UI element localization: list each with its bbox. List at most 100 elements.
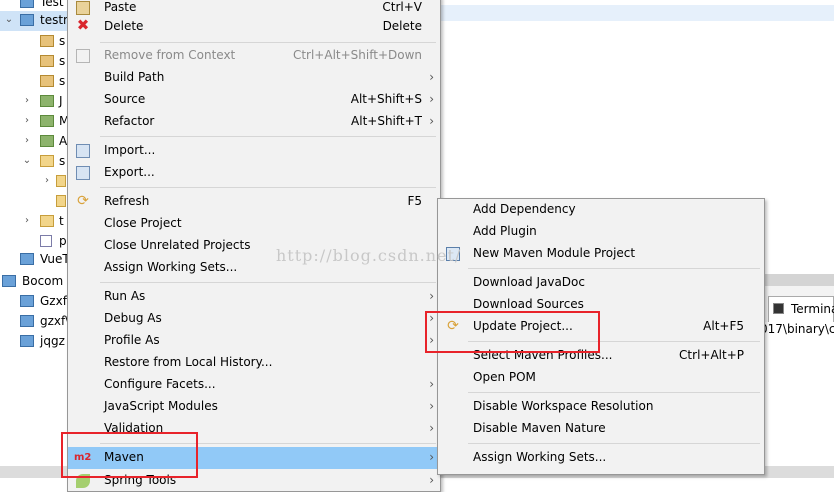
menu-item-label: Disable Workspace Resolution [473,399,654,413]
tree-item-label: J [59,94,63,108]
package-icon [40,55,54,67]
tree-item-label: Gzxfl [40,294,71,308]
menu-item-label: New Maven Module Project [473,246,636,260]
menu-item-label: Refresh [104,194,150,208]
tree-item-label: Test [40,0,64,9]
menu-item-assign-working-sets-maven[interactable]: Assign Working Sets... [438,447,764,469]
maven-project-icon [20,14,34,26]
menu-item-label: Build Path [104,70,165,84]
project-icon [20,295,34,307]
paste-icon [76,1,90,15]
menu-item-configure-facets[interactable]: Configure Facets... › [68,374,440,396]
tree-item-label: A [59,134,68,148]
tree-item-label: t [59,214,64,228]
chevron-right-icon[interactable]: › [22,135,32,146]
menu-item-open-pom[interactable]: Open POM [438,367,764,389]
menu-item-add-dependency[interactable]: Add Dependency [438,199,764,221]
package-icon [40,35,54,47]
menu-item-source[interactable]: Source Alt+Shift+S › [68,89,440,111]
menu-item-label: Open POM [473,370,536,384]
chevron-right-icon: › [429,473,434,487]
menu-item-label: Restore from Local History... [104,355,273,369]
chevron-right-icon[interactable]: › [22,95,32,106]
menu-item-label: Disable Maven Nature [473,421,606,435]
menu-item-label: Import... [104,143,156,157]
menu-item-build-path[interactable]: Build Path › [68,67,440,89]
menu-separator [100,136,436,137]
folder-icon [56,195,66,207]
menu-item-restore-local-history[interactable]: Restore from Local History... [68,352,440,374]
library-icon [40,95,54,107]
chevron-right-icon: › [429,399,434,413]
chevron-down-icon[interactable]: ⌄ [22,155,32,166]
menu-item-accel: Ctrl+Alt+P [679,348,744,362]
chevron-right-icon: › [429,289,434,303]
delete-icon: ✖ [76,16,90,34]
tree-item-selected[interactable]: ⌄ testm [0,11,75,31]
editor-selection-stripe [440,5,834,21]
project-icon [20,253,34,265]
tree-item-label: s [59,74,66,88]
library-icon [40,115,54,127]
menu-item-label: JavaScript Modules [104,399,218,413]
menu-item-label: Refactor [104,114,155,128]
menu-item-label: Close Unrelated Projects [104,238,251,252]
menu-separator [100,282,436,283]
chevron-right-icon: › [429,70,434,84]
menu-item-add-plugin[interactable]: Add Plugin [438,221,764,243]
annotation-box-maven [61,432,198,478]
menu-item-refactor[interactable]: Refactor Alt+Shift+T › [68,111,440,133]
menu-item-profile-as[interactable]: Profile As › [68,330,440,352]
menu-item-label: Debug As [104,311,162,325]
chevron-right-icon: › [429,450,434,464]
menu-item-refresh[interactable]: ⟳ Refresh F5 [68,191,440,213]
menu-item-label: Source [104,92,146,106]
menu-item-label: Remove from Context [104,48,236,62]
import-icon [76,144,90,158]
menu-item-label: Assign Working Sets... [104,260,238,274]
refresh-icon: ⟳ [77,193,89,209]
menu-item-label: Download JavaDoc [473,275,585,289]
tree-item-label: s [59,34,66,48]
menu-item-new-maven-module[interactable]: New Maven Module Project [438,243,764,265]
chevron-right-icon[interactable]: › [22,215,32,226]
menu-separator [100,42,436,43]
file-icon [40,235,52,247]
menu-item-run-as[interactable]: Run As › [68,286,440,308]
menu-item-remove-from-context[interactable]: Remove from Context Ctrl+Alt+Shift+Down [68,45,440,67]
menu-item-accel: Alt+Shift+S [350,92,422,106]
menu-item-label: Paste [104,0,137,14]
tab-terminal[interactable]: Termina [768,296,834,322]
menu-item-label: Assign Working Sets... [473,450,607,464]
menu-item-accel: Delete [382,19,422,33]
project-icon [20,335,34,347]
menu-item-export[interactable]: Export... [68,162,440,184]
chevron-right-icon: › [429,92,434,106]
menu-item-debug-as[interactable]: Debug As › [68,308,440,330]
folder-icon [56,175,66,187]
terminal-icon [773,303,784,314]
console-path-text: 017\binary\c [760,322,834,336]
menu-item-disable-maven-nature[interactable]: Disable Maven Nature [438,418,764,440]
folder-icon [40,215,54,227]
tree-item-label: Bocom [22,274,64,288]
menu-item-disable-workspace-resolution[interactable]: Disable Workspace Resolution [438,396,764,418]
chevron-down-icon[interactable]: ⌄ [4,14,14,25]
menu-item-import[interactable]: Import... [68,140,440,162]
menu-item-accel: Ctrl+V [382,0,422,14]
menu-item-label: Profile As [104,333,160,347]
tree-item-label: p [59,234,67,248]
package-icon [40,75,54,87]
annotation-box-update-project [425,311,600,353]
export-icon [76,166,90,180]
menu-item-label: Run As [104,289,146,303]
menu-item-download-javadoc[interactable]: Download JavaDoc [438,272,764,294]
menu-item-close-project[interactable]: Close Project [68,213,440,235]
menu-item-delete[interactable]: ✖ Delete Delete [68,16,440,38]
chevron-right-icon[interactable]: › [22,115,32,126]
remove-context-icon [76,49,90,63]
menu-item-javascript-modules[interactable]: JavaScript Modules › [68,396,440,418]
menu-item-label: Export... [104,165,155,179]
tree-item-label: gzxf\ [40,314,70,328]
chevron-right-icon[interactable]: › [42,175,52,186]
